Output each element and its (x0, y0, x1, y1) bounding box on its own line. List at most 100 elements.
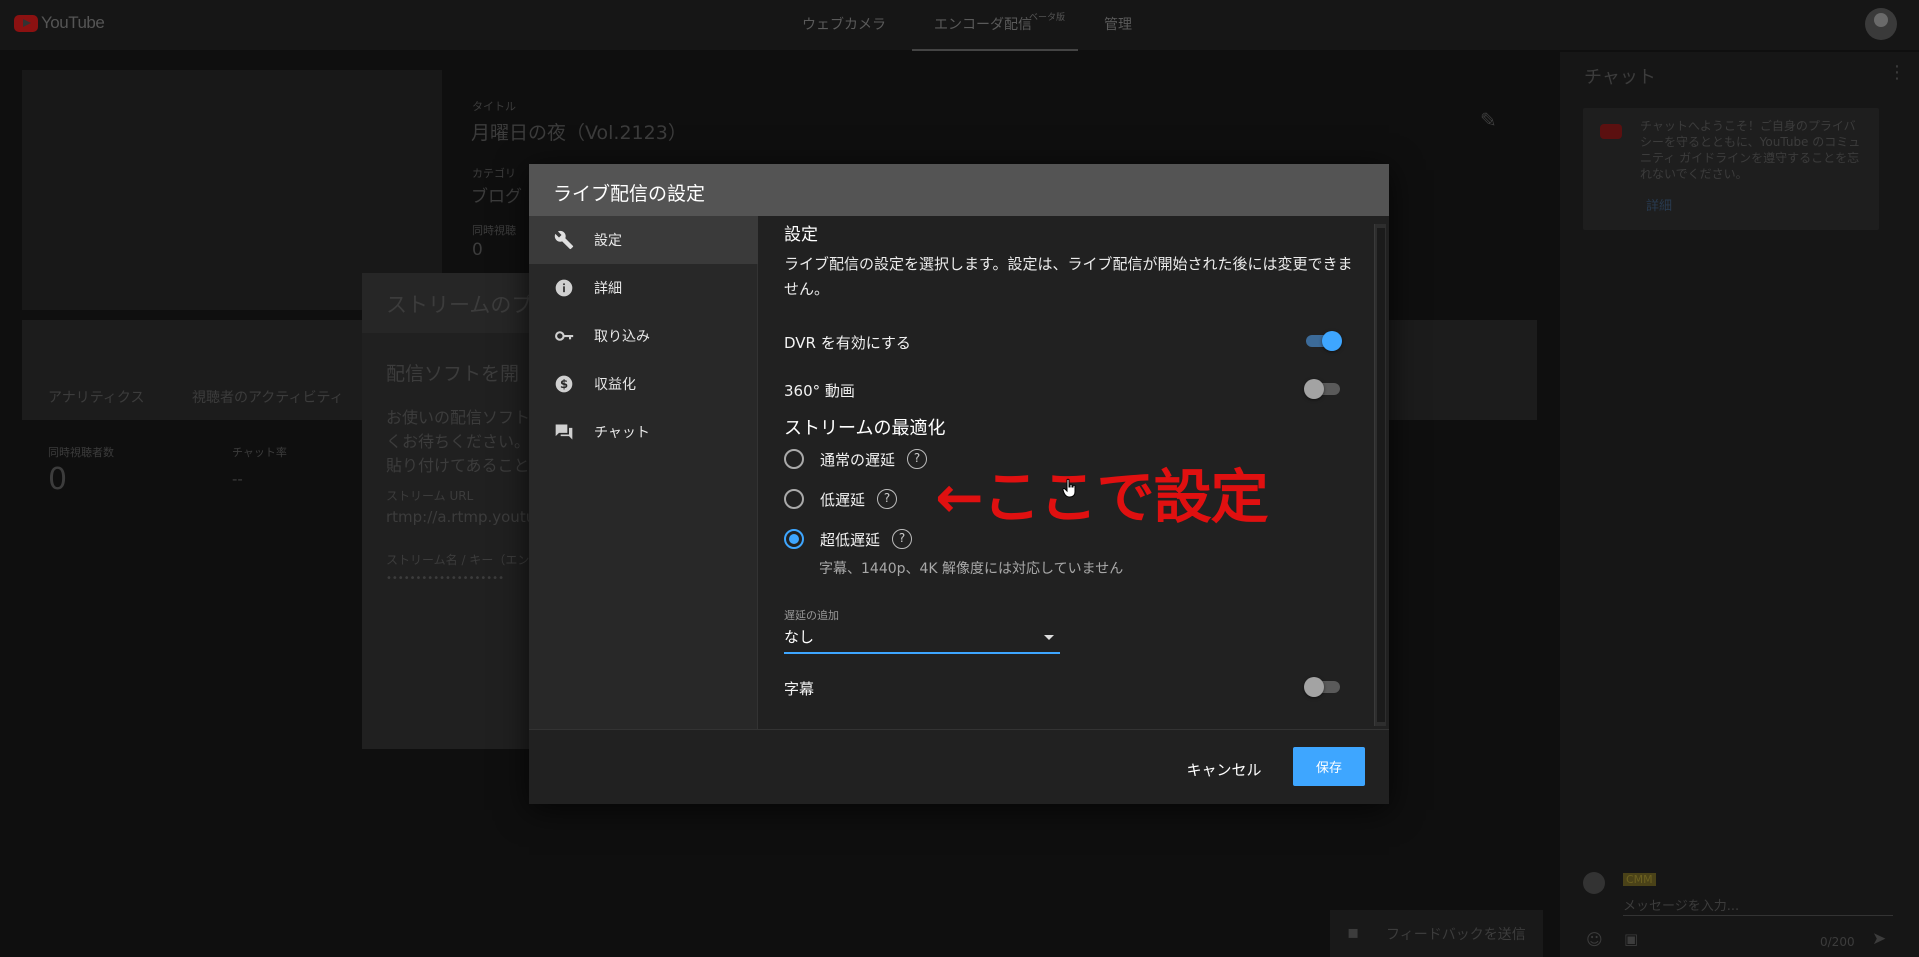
nav-label-ingest: 取り込み (594, 329, 650, 345)
settings-description: ライブ配信の設定を選択します。設定は、ライブ配信が開始された後には変更できません… (784, 255, 1353, 298)
chat-icon (555, 424, 573, 440)
account-avatar[interactable] (1865, 8, 1897, 40)
tab-manage[interactable]: 管理 (1104, 14, 1132, 34)
nav-label-settings: 設定 (594, 233, 622, 249)
edit-pencil-icon[interactable]: ✎ (1480, 108, 1497, 132)
dropdown-arrow-icon (1044, 635, 1054, 640)
delay-label: 遅延の追加 (784, 609, 839, 622)
help-icon[interactable]: ? (877, 489, 897, 509)
emoji-icon[interactable]: ☺ (1586, 930, 1603, 949)
nav-item-monetization[interactable]: $ 収益化 (529, 360, 758, 408)
chat-user-avatar (1583, 872, 1605, 894)
toggle-knob (1304, 379, 1324, 399)
youtube-logo[interactable]: YouTube (14, 13, 105, 33)
top-bar: YouTube ウェブカメラ エンコーダ配信 ベータ版 管理 (0, 0, 1919, 51)
bg-category-label: カテゴリ (472, 167, 516, 180)
stream-key-value[interactable]: •••••••••••••••••••• (386, 573, 504, 584)
help-icon[interactable]: ? (907, 449, 927, 469)
dvr-toggle[interactable] (1304, 330, 1342, 352)
bg-tab-analytics[interactable]: アナリティクス (48, 387, 144, 407)
annotation-text: ←ここで設定 (935, 463, 1269, 531)
nav-item-settings[interactable]: 設定 (529, 216, 758, 264)
stream-key-label: ストリーム名 / キー（エン (386, 553, 530, 567)
latency-note: 字幕、1440p、4K 解像度には対応していません (819, 561, 1124, 577)
chat-char-count: 0/200 (1820, 935, 1855, 949)
chat-user-badge: CMM (1623, 873, 1656, 886)
tab-encoder[interactable]: エンコーダ配信 (934, 14, 1032, 34)
delay-value: なし (784, 628, 815, 646)
key-icon (555, 331, 574, 341)
nav-label-chat: チャット (594, 425, 650, 441)
beta-badge: ベータ版 (1029, 13, 1066, 23)
feedback-icon: ▪ (1347, 922, 1360, 943)
bg-category-value: ブログ (471, 187, 522, 207)
chat-welcome-text: チャットへようこそ！ご自身のプライバシーを守るとともに、YouTube のコミュ… (1640, 119, 1861, 181)
video360-label: 360° 動画 (784, 382, 855, 400)
nav-label-details: 詳細 (594, 281, 622, 297)
settings-title: 設定 (784, 225, 818, 245)
stream-desc-1: お使いの配信ソフト (386, 408, 531, 427)
youtube-mini-icon (1600, 124, 1622, 139)
bg-stat-chat-label: チャット率 (232, 446, 287, 459)
stream-url-label: ストリーム URL (386, 489, 474, 503)
bg-title-label: タイトル (472, 100, 516, 113)
radio-ultra-low-latency[interactable] (784, 529, 804, 549)
radio-label-ultra-low: 超低遅延 (820, 531, 881, 549)
help-icon[interactable]: ? (892, 529, 912, 549)
bg-stat-chat-value: -- (232, 470, 243, 488)
logo-text: YouTube (41, 13, 105, 32)
dialog-title: ライブ配信の設定 (553, 183, 706, 205)
cancel-button[interactable]: キャンセル (1179, 754, 1269, 784)
bg-stat-viewers-label: 同時視聴者数 (48, 446, 114, 459)
chat-title: チャット (1584, 67, 1656, 88)
dvr-label: DVR を有効にする (784, 334, 911, 352)
stream-heading: 配信ソフトを開 (386, 363, 520, 385)
send-icon[interactable]: ➤ (1872, 929, 1886, 949)
radio-normal-latency[interactable] (784, 449, 804, 469)
feedback-label: フィードバックを送信 (1386, 927, 1526, 943)
super-chat-icon[interactable]: ▣ (1624, 930, 1638, 948)
radio-low-latency[interactable] (784, 489, 804, 509)
chat-input-underline (1623, 915, 1893, 916)
youtube-play-icon (14, 14, 38, 32)
stream-panel-title: ストリームのプ (386, 293, 533, 317)
stream-url-value[interactable]: rtmp://a.rtmp.youtu (386, 508, 535, 526)
dialog-header: ライブ配信の設定 (529, 164, 1389, 216)
stream-desc-3: 貼り付けてあること (386, 456, 530, 475)
radio-label-normal: 通常の遅延 (820, 451, 896, 469)
info-icon (555, 279, 573, 297)
toggle-knob (1304, 677, 1324, 697)
captions-label: 字幕 (784, 680, 815, 698)
optimization-title: ストリームの最適化 (784, 418, 946, 439)
content-scrollbar[interactable] (1374, 224, 1386, 726)
bg-stat-viewers-value: 0 (48, 462, 68, 497)
delay-select[interactable]: なし (784, 622, 1060, 654)
tab-webcam[interactable]: ウェブカメラ (802, 14, 886, 34)
nav-label-monetization: 収益化 (594, 377, 636, 393)
nav-item-details[interactable]: 詳細 (529, 264, 758, 312)
bg-tab-activity[interactable]: 視聴者のアクティビティ (192, 387, 344, 407)
chat-input[interactable]: メッセージを入力... (1623, 895, 1739, 914)
app-root: YouTube ウェブカメラ エンコーダ配信 ベータ版 管理 タイトル 月曜日の… (0, 0, 1919, 957)
bg-count-value: 0 (472, 240, 483, 260)
dialog-nav: 設定 詳細 取り込み $ 収益化 チャット (529, 216, 758, 729)
toggle-knob (1322, 331, 1342, 351)
dollar-icon: $ (555, 375, 573, 393)
hand-cursor-icon (1062, 478, 1076, 498)
wrench-icon (554, 230, 574, 250)
chat-welcome-link[interactable]: 詳細 (1646, 195, 1672, 214)
save-button[interactable]: 保存 (1293, 747, 1365, 786)
dialog-footer: キャンセル 保存 (529, 729, 1389, 804)
chat-more-icon[interactable]: ⋮ (1888, 62, 1906, 83)
scrollbar-thumb[interactable] (1377, 228, 1385, 722)
stream-desc-2: くお待ちください。 (386, 432, 531, 451)
video360-toggle[interactable] (1304, 378, 1342, 400)
nav-item-ingest[interactable]: 取り込み (529, 312, 758, 360)
captions-toggle[interactable] (1304, 676, 1342, 698)
nav-item-chat[interactable]: チャット (529, 408, 758, 456)
bg-count-label: 同時視聴 (472, 224, 516, 237)
active-tab-indicator (912, 49, 1078, 51)
svg-text:$: $ (560, 377, 568, 391)
bg-title-value: 月曜日の夜（Vol.2123） (471, 122, 687, 144)
radio-label-low: 低遅延 (820, 491, 866, 509)
